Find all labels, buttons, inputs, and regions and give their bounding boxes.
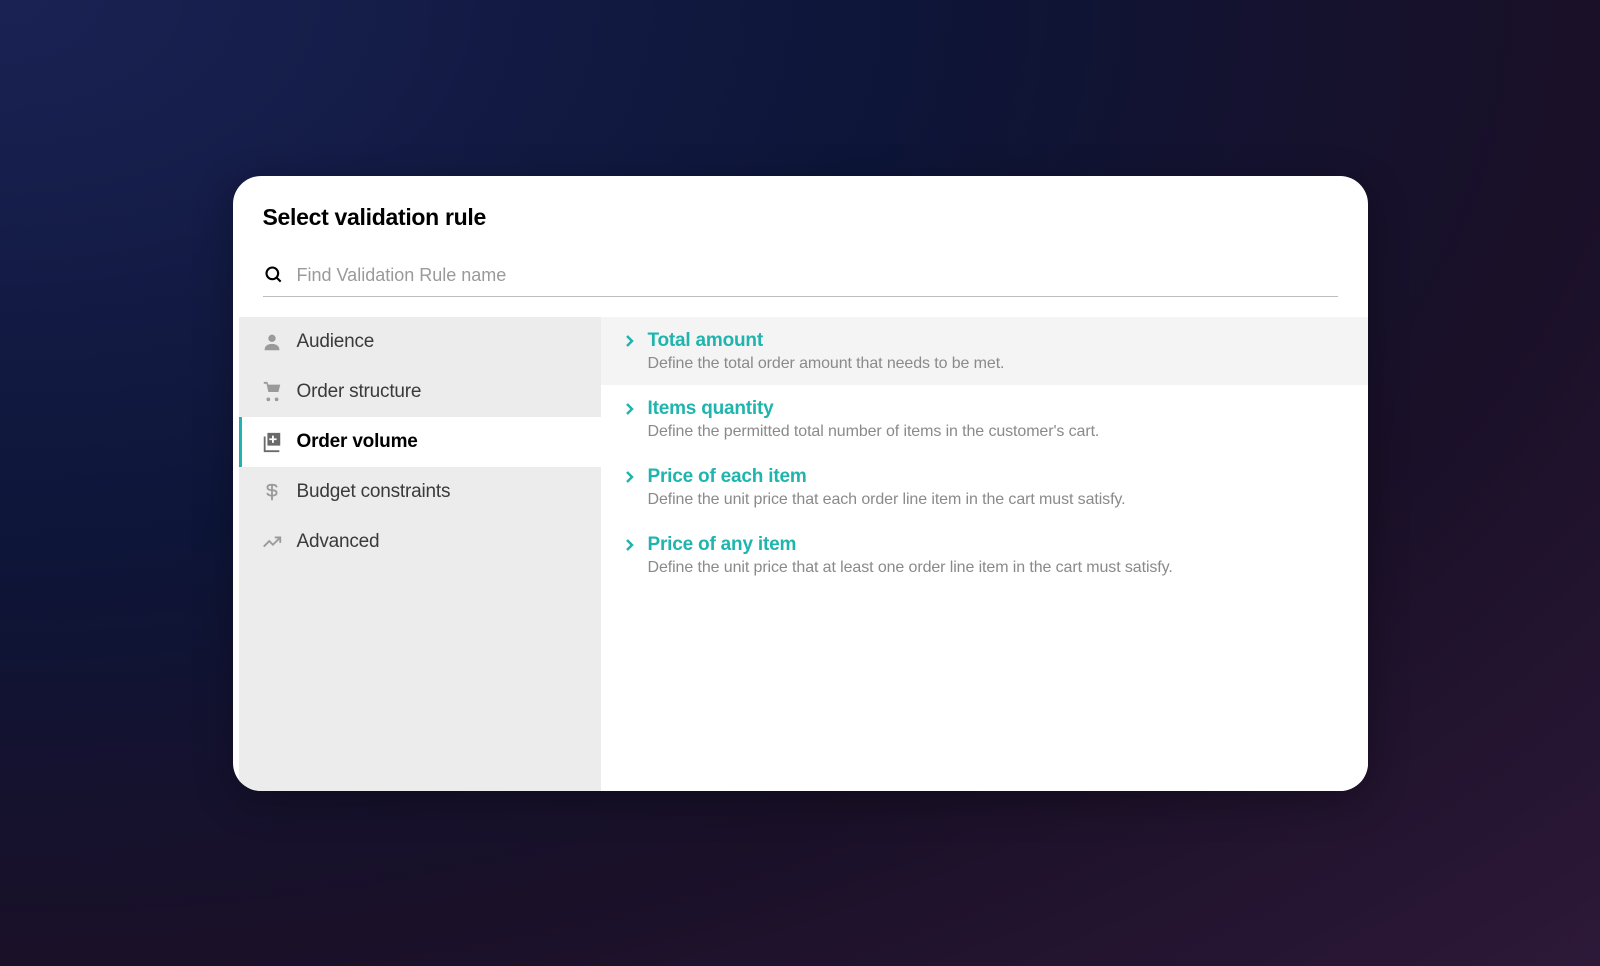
rule-head: Items quantity [625,398,1344,420]
rule-desc: Define the unit price that each order li… [648,491,1344,509]
rule-title: Items quantity [648,398,774,420]
card-header: Select validation rule [233,176,1368,247]
search-icon [263,264,285,286]
sidebar-item-label: Order structure [297,381,422,403]
dollar-icon [261,481,283,503]
rule-title: Total amount [648,330,763,352]
sidebar-item-order-volume[interactable]: Order volume [239,417,601,467]
rule-item-price-any-item[interactable]: Price of any item Define the unit price … [601,521,1368,589]
rule-title: Price of any item [648,534,797,556]
cart-icon [261,381,283,403]
chevron-right-icon [625,538,635,552]
sidebar-item-order-structure[interactable]: Order structure [239,367,601,417]
sidebar-item-audience[interactable]: Audience [239,317,601,367]
chevron-right-icon [625,402,635,416]
rule-head: Price of each item [625,466,1344,488]
rule-list: Total amount Define the total order amou… [601,317,1368,791]
add-box-icon [261,431,283,453]
chevron-right-icon [625,470,635,484]
content-area: Audience Order structure Order volume [233,317,1368,791]
search-input[interactable] [297,261,1338,290]
rule-item-total-amount[interactable]: Total amount Define the total order amou… [601,317,1368,385]
rule-head: Total amount [625,330,1344,352]
rule-title: Price of each item [648,466,807,488]
sidebar-item-label: Budget constraints [297,481,451,503]
sidebar-item-label: Advanced [297,531,380,553]
rule-head: Price of any item [625,534,1344,556]
rule-desc: Define the unit price that at least one … [648,559,1344,577]
user-icon [261,331,283,353]
rule-item-price-each-item[interactable]: Price of each item Define the unit price… [601,453,1368,521]
sidebar-item-budget-constraints[interactable]: Budget constraints [239,467,601,517]
sidebar: Audience Order structure Order volume [239,317,601,791]
sidebar-item-label: Order volume [297,431,418,453]
rule-item-items-quantity[interactable]: Items quantity Define the permitted tota… [601,385,1368,453]
rule-desc: Define the permitted total number of ite… [648,423,1344,441]
validation-rule-card: Select validation rule Audience [233,176,1368,791]
search-row [263,261,1338,297]
rule-desc: Define the total order amount that needs… [648,355,1344,373]
sidebar-item-label: Audience [297,331,375,353]
page-title: Select validation rule [263,204,1338,231]
chevron-right-icon [625,334,635,348]
sidebar-item-advanced[interactable]: Advanced [239,517,601,567]
trend-icon [261,531,283,553]
